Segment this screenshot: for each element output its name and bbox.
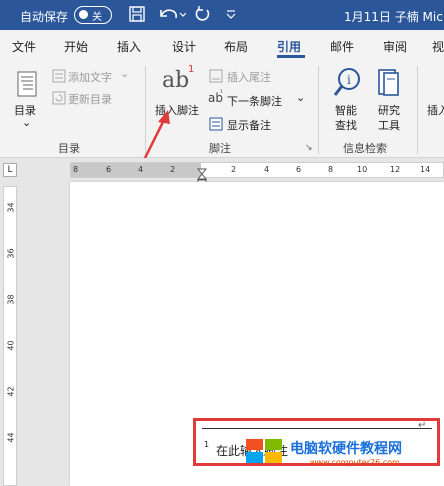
tab-review[interactable]: 审阅 [383, 38, 407, 55]
researcher-icon [378, 69, 399, 96]
dialog-launcher-icon[interactable]: ↘ [305, 143, 313, 153]
ruler-tick: 42 [6, 386, 16, 397]
footnote-superscript: 1 [188, 64, 195, 75]
tab-home[interactable]: 开始 [64, 38, 88, 55]
toggle-knob [79, 10, 88, 19]
ruler-tick: 6 [296, 165, 302, 174]
toggle-label: 关 [92, 12, 102, 23]
insert-footnote-icon: ab [162, 68, 190, 93]
watermark-url: www.computer26.com [310, 458, 400, 467]
next-footnote-button[interactable]: 下一条脚注 [227, 93, 282, 109]
tab-design[interactable]: 设计 [172, 38, 196, 55]
next-footnote-dropdown-icon[interactable]: ⌄ [296, 91, 305, 104]
next-footnote-superscript-icon: ¹ [220, 88, 224, 97]
add-text-icon [52, 69, 66, 83]
smart-lookup-label-2[interactable]: 查找 [335, 117, 357, 133]
tab-mailings[interactable]: 邮件 [330, 38, 354, 55]
insert-endnote-icon [209, 69, 223, 83]
update-table-button[interactable]: 更新目录 [68, 91, 112, 107]
document-title: 1月11日 子楠 Mic [344, 10, 443, 24]
researcher-label-2[interactable]: 工具 [378, 117, 400, 133]
ruler-tick: 10 [357, 165, 368, 174]
tab-view[interactable]: 视 [432, 38, 444, 55]
svg-text:i: i [347, 73, 351, 87]
ruler-tick: 4 [264, 165, 270, 174]
windows-logo-icon [246, 439, 282, 463]
customize-quick-access-icon[interactable] [224, 4, 238, 24]
insert-endnote-button[interactable]: 插入尾注 [227, 69, 271, 85]
researcher-label-1[interactable]: 研究 [378, 102, 400, 118]
tab-insert[interactable]: 插入 [117, 38, 141, 55]
add-text-dropdown-icon: ⌄ [120, 67, 130, 80]
ruler-tick: 38 [6, 294, 16, 305]
title-bar: 自动保存 关 1月11日 子楠 Mic [0, 0, 444, 30]
ruler-tick: 4 [138, 165, 144, 174]
tab-selector[interactable]: L [3, 163, 17, 177]
ruler-tick: 36 [6, 248, 16, 259]
ruler-tick: 12 [390, 165, 401, 174]
ruler-tick: 8 [73, 165, 79, 174]
tab-file[interactable]: 文件 [12, 38, 36, 55]
tab-layout[interactable]: 布局 [224, 38, 248, 55]
tab-references[interactable]: 引用 [277, 38, 301, 55]
ruler-tick: 40 [6, 340, 16, 351]
table-of-contents-icon [17, 71, 37, 97]
show-notes-icon [209, 117, 223, 131]
ruler-tick: 2 [170, 165, 176, 174]
watermark-title: 电脑软硬件教程网 [290, 441, 402, 457]
autosave-label: 自动保存 [20, 10, 69, 24]
insert-citation-button[interactable]: 插入 [427, 102, 444, 118]
toc-dropdown-icon[interactable]: ⌄ [22, 116, 31, 129]
undo-icon[interactable] [156, 4, 186, 24]
add-text-button[interactable]: 添加文字 [68, 69, 112, 85]
smart-lookup-icon: i [333, 68, 360, 96]
ruler-tick: 34 [6, 202, 16, 213]
redo-icon[interactable] [192, 4, 212, 24]
ruler-tick: 44 [6, 432, 16, 443]
horizontal-ruler[interactable]: 8 6 4 2 2 4 6 8 10 12 14 [70, 162, 444, 178]
active-tab-indicator [277, 55, 305, 58]
autosave-toggle[interactable]: 关 [74, 6, 112, 24]
ribbon-tab-bar: 文件 开始 插入 设计 布局 引用 邮件 审阅 视 [0, 30, 444, 60]
save-icon[interactable] [128, 4, 146, 24]
show-notes-button[interactable]: 显示备注 [227, 117, 271, 133]
vertical-ruler[interactable]: 34 36 38 40 42 44 [3, 186, 17, 486]
ruler-tick: 2 [231, 165, 237, 174]
toc-group-label: 目录 [58, 142, 80, 155]
ruler-tick: 6 [106, 165, 112, 174]
group-divider [417, 66, 418, 154]
footnote-group-label: 脚注 [209, 142, 231, 155]
ruler-tick: 8 [328, 165, 334, 174]
update-table-icon [52, 91, 66, 105]
ruler-tick: 14 [420, 165, 431, 174]
research-group-label: 信息检索 [343, 142, 387, 155]
ruler-margin-zone [71, 163, 201, 177]
group-divider [318, 66, 319, 154]
smart-lookup-label-1[interactable]: 智能 [335, 102, 357, 118]
